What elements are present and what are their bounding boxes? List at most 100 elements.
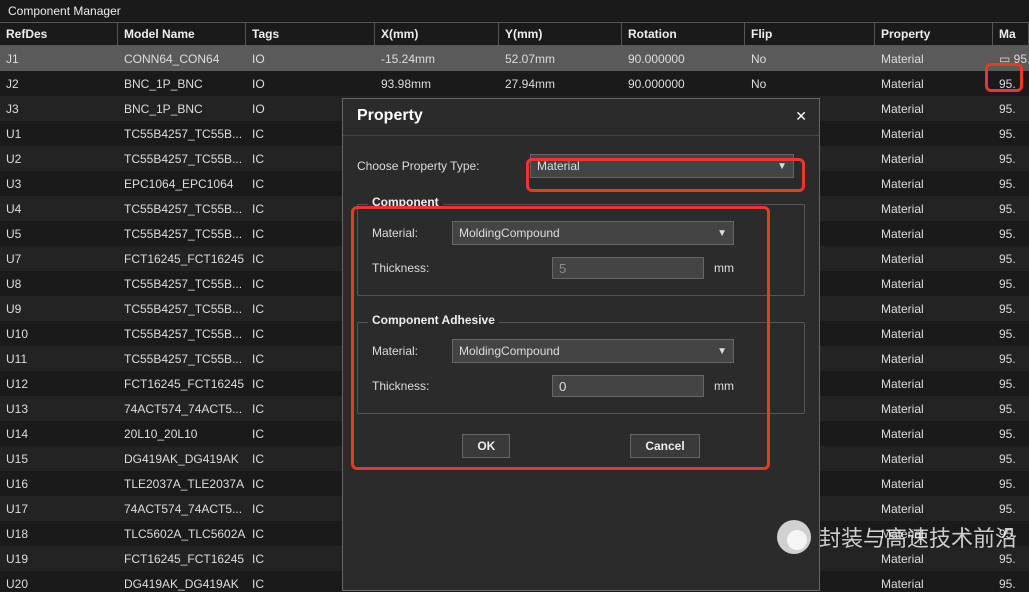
col-tags[interactable]: Tags [246,23,375,45]
table-cell: 52.07mm [499,48,622,70]
table-cell: U13 [0,398,118,420]
table-cell: TC55B4257_TC55B... [118,348,246,370]
table-cell: TLC5602A_TLC5602A [118,523,246,545]
chevron-down-icon: ▼ [717,346,727,357]
table-cell: U4 [0,198,118,220]
table-cell: 95. [993,323,1029,345]
chevron-down-icon: ▼ [717,228,727,239]
table-cell: Material [875,248,993,270]
table-cell: 95. [993,123,1029,145]
table-cell: 95. [993,498,1029,520]
table-cell: J1 [0,48,118,70]
panel-title: Component Manager [0,0,1029,23]
table-cell: TC55B4257_TC55B... [118,298,246,320]
table-cell: Material [875,548,993,570]
table-cell: DG419AK_DG419AK [118,573,246,592]
table-cell: 90.000000 [622,48,745,70]
table-cell: TC55B4257_TC55B... [118,148,246,170]
table-cell: U5 [0,223,118,245]
table-cell: Material [875,123,993,145]
table-cell: 95. [993,223,1029,245]
table-cell: Material [875,298,993,320]
col-y[interactable]: Y(mm) [499,23,622,45]
table-cell: Material [875,73,993,95]
table-cell: 95. [993,273,1029,295]
table-cell: Material [875,223,993,245]
table-cell: Material [875,373,993,395]
table-cell: Material [875,573,993,592]
table-cell: BNC_1P_BNC [118,73,246,95]
col-refdes[interactable]: RefDes [0,23,118,45]
table-cell: EPC1064_EPC1064 [118,173,246,195]
ok-button[interactable]: OK [462,434,510,458]
table-cell: U20 [0,573,118,592]
table-header: RefDes Model Name Tags X(mm) Y(mm) Rotat… [0,22,1029,46]
adhesive-thickness-unit: mm [714,379,734,393]
col-property[interactable]: Property [875,23,993,45]
table-cell: Material [875,398,993,420]
table-cell: J3 [0,98,118,120]
table-cell: Material [875,98,993,120]
adhesive-legend: Component Adhesive [368,313,499,327]
table-cell: Material [875,48,993,70]
table-cell: Material [875,498,993,520]
table-cell: U17 [0,498,118,520]
table-row[interactable]: J2BNC_1P_BNCIO93.98mm27.94mm90.000000NoM… [0,71,1029,96]
choose-property-value: Material [537,159,580,173]
table-cell: 90.000000 [622,73,745,95]
table-cell: U16 [0,473,118,495]
table-cell: 74ACT574_74ACT5... [118,498,246,520]
table-cell: 95. [993,398,1029,420]
col-rotation[interactable]: Rotation [622,23,745,45]
table-cell: U12 [0,373,118,395]
dialog-titlebar: Property ✕ [343,99,819,136]
adhesive-thickness-input[interactable] [552,375,704,397]
table-cell: 95. [993,248,1029,270]
table-cell: 95. [993,573,1029,592]
component-thickness-label: Thickness: [372,261,452,275]
choose-property-select[interactable]: Material ▼ [530,154,794,178]
table-cell: U18 [0,523,118,545]
table-cell: 95. [993,348,1029,370]
component-group: Component Material: MoldingCompound ▼ Th… [357,204,805,296]
close-icon[interactable]: ✕ [795,108,807,125]
table-cell: 95. [993,198,1029,220]
adhesive-material-select[interactable]: MoldingCompound ▼ [452,339,734,363]
choose-label: Choose Property Type: [357,159,530,173]
adhesive-material-value: MoldingCompound [459,344,560,358]
table-cell: J2 [0,73,118,95]
table-cell: U7 [0,248,118,270]
adhesive-thickness-label: Thickness: [372,379,452,393]
table-cell: TC55B4257_TC55B... [118,223,246,245]
col-x[interactable]: X(mm) [375,23,499,45]
table-cell: U11 [0,348,118,370]
table-cell: Material [875,473,993,495]
table-cell: 95. [993,373,1029,395]
table-cell: FCT16245_FCT16245 [118,373,246,395]
component-thickness-input[interactable] [552,257,704,279]
component-material-select[interactable]: MoldingCompound ▼ [452,221,734,245]
col-flip[interactable]: Flip [745,23,875,45]
chevron-down-icon: ▼ [777,161,787,172]
table-cell: 95. [993,298,1029,320]
table-cell: U9 [0,298,118,320]
col-ma[interactable]: Ma [993,23,1029,45]
table-cell: TC55B4257_TC55B... [118,273,246,295]
table-cell: CONN64_CON64 [118,48,246,70]
cancel-button[interactable]: Cancel [630,434,699,458]
table-cell: 95. [993,148,1029,170]
table-cell: No [745,48,875,70]
adhesive-group: Component Adhesive Material: MoldingComp… [357,322,805,414]
table-row[interactable]: J1CONN64_CON64IO-15.24mm52.07mm90.000000… [0,46,1029,71]
col-model[interactable]: Model Name [118,23,246,45]
table-cell: IO [246,48,375,70]
table-cell: 74ACT574_74ACT5... [118,398,246,420]
table-cell: 95. [993,473,1029,495]
adhesive-material-label: Material: [372,344,452,358]
table-cell: U2 [0,148,118,170]
property-dialog: Property ✕ Choose Property Type: Materia… [342,98,820,591]
table-cell: U8 [0,273,118,295]
table-cell: U10 [0,323,118,345]
table-cell: 95. [993,423,1029,445]
table-cell: Material [875,148,993,170]
